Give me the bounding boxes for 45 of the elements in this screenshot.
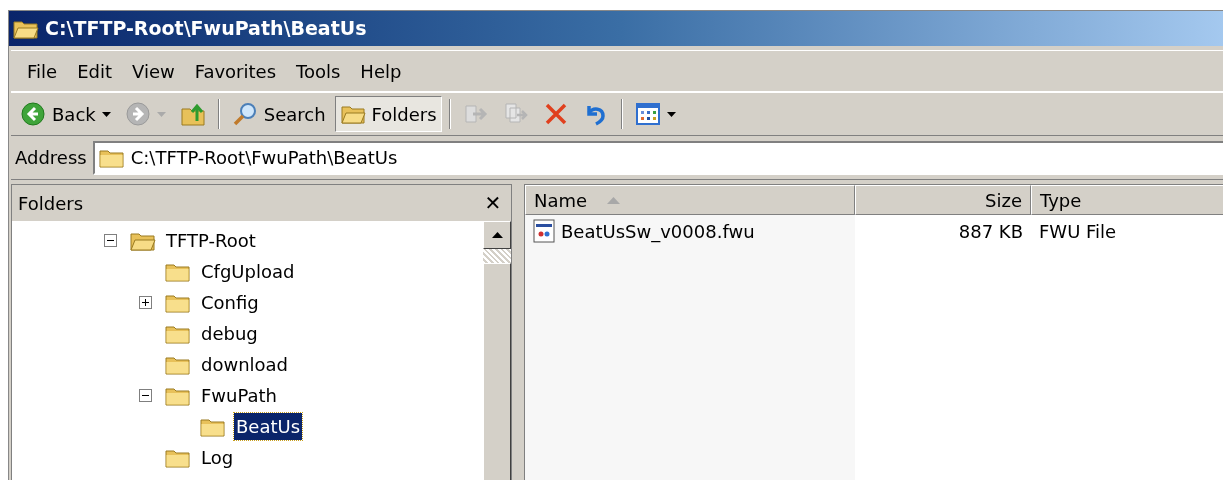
toolbar-button[interactable]: Search xyxy=(226,96,331,132)
window-title: C:\TFTP-Root\FwuPath\BeatUs xyxy=(45,16,367,42)
collapse-toggle[interactable] xyxy=(138,389,152,402)
search-icon xyxy=(231,101,258,127)
menu-item[interactable]: Help xyxy=(350,57,412,85)
collapse-toggle[interactable] xyxy=(103,234,117,247)
file-size: 887 KB xyxy=(957,219,1024,244)
toolbar-button[interactable]: Back xyxy=(15,96,116,132)
folder-tree-item[interactable]: FwuPath xyxy=(199,382,280,409)
column-header[interactable]: Type xyxy=(1031,185,1223,215)
address-field[interactable]: C:\TFTP-Root\FwuPath\BeatUs xyxy=(92,140,1223,175)
scrollbar-thumb[interactable] xyxy=(483,263,512,480)
address-value: C:\TFTP-Root\FwuPath\BeatUs xyxy=(130,146,398,170)
toolbar-button[interactable]: Folders xyxy=(334,96,442,132)
file-type: FWU File xyxy=(1038,219,1118,244)
folder-tree-item[interactable]: Log xyxy=(199,444,236,471)
views-icon xyxy=(634,101,661,127)
pane-title: Folders xyxy=(18,191,83,216)
expand-toggle[interactable] xyxy=(138,296,152,309)
folder-tree-item[interactable]: download xyxy=(199,351,291,378)
scrollbar-track[interactable] xyxy=(483,249,512,263)
close-button[interactable]: ✕ xyxy=(480,188,506,218)
caret-icon xyxy=(156,111,166,117)
menu-item[interactable]: Favorites xyxy=(184,57,286,85)
column-header[interactable]: Size xyxy=(855,185,1031,215)
file-name[interactable]: BeatUsSw_v0008.fwu xyxy=(561,217,755,245)
caret-icon xyxy=(101,111,111,117)
folder-tree-item[interactable]: BeatUs xyxy=(234,413,303,440)
folder-tree-item[interactable]: Config xyxy=(199,289,261,316)
address-label: Address xyxy=(15,146,87,170)
folder-tree-item[interactable]: debug xyxy=(199,320,260,347)
plus-icon xyxy=(140,298,150,307)
caret-icon xyxy=(666,111,676,117)
scroll-up-arrow-icon xyxy=(491,232,503,238)
scrollbar[interactable] xyxy=(483,221,512,480)
folder-tree-item[interactable]: TFTP-Root xyxy=(164,227,258,254)
menu-item[interactable]: View xyxy=(122,57,185,85)
folder-tree-item[interactable]: CfgUpload xyxy=(199,258,297,285)
menu-item[interactable]: Tools xyxy=(286,57,351,85)
folder-up-icon xyxy=(179,101,206,127)
sort-arrow-icon xyxy=(607,196,621,204)
file-icon xyxy=(533,219,555,243)
menu-item[interactable]: Edit xyxy=(67,57,122,85)
column-header[interactable]: Name xyxy=(525,185,855,215)
menu-item[interactable]: File xyxy=(17,57,68,85)
